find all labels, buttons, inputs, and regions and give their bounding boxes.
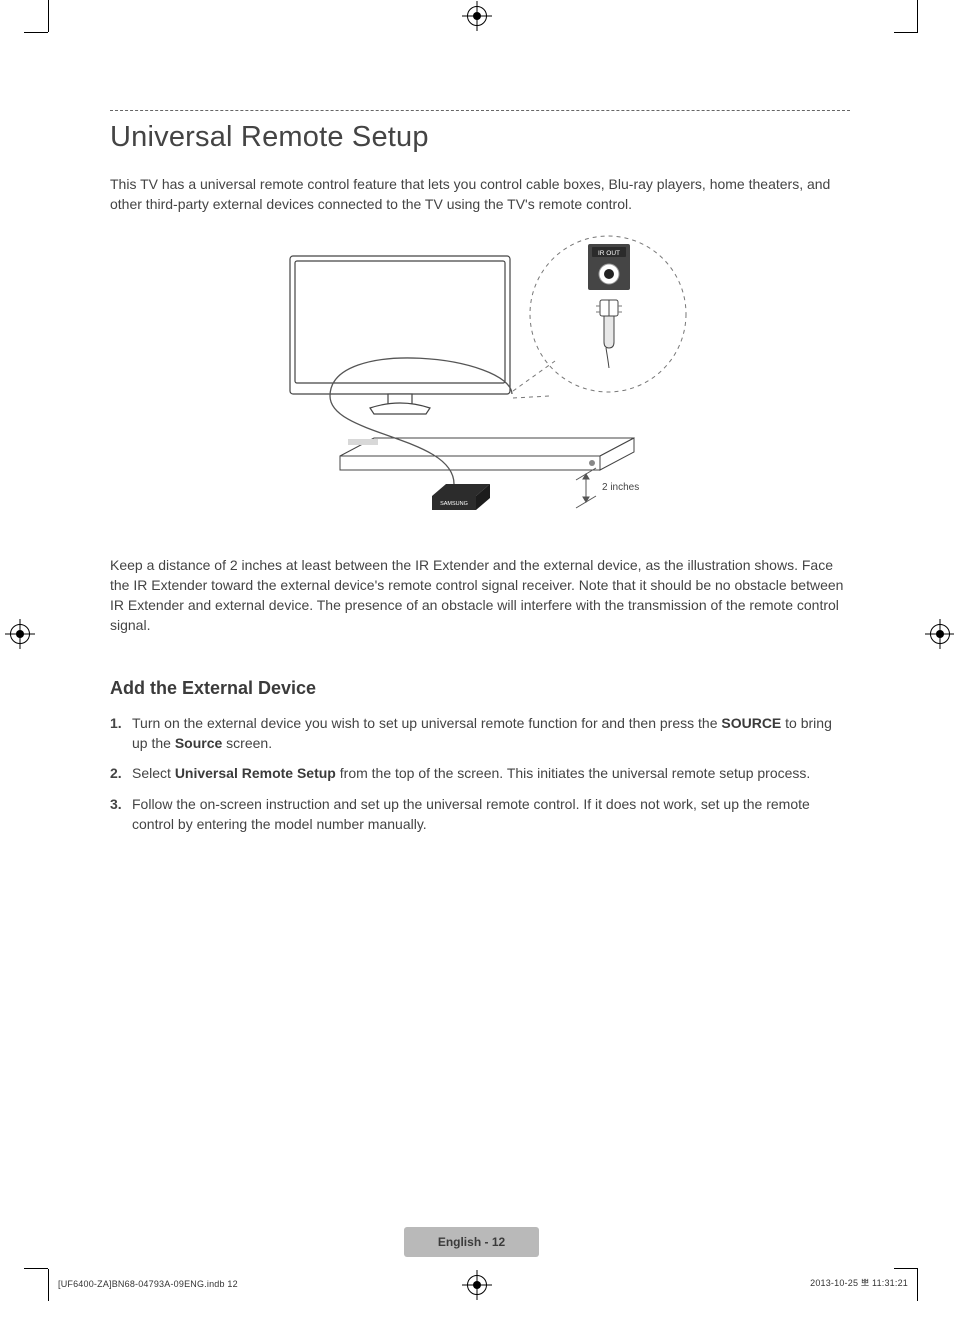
crop-mark xyxy=(48,0,49,32)
step-text: Turn on the external device you wish to … xyxy=(132,715,721,731)
step-text: from the top of the screen. This initiat… xyxy=(336,765,810,781)
crop-mark xyxy=(48,1269,49,1301)
step-text: screen. xyxy=(222,735,272,751)
step-text: Select xyxy=(132,765,175,781)
page-number-tab: English - 12 xyxy=(404,1227,539,1257)
list-item: Turn on the external device you wish to … xyxy=(110,713,850,754)
page-content: Universal Remote Setup This TV has a uni… xyxy=(110,110,850,844)
section-heading: Add the External Device xyxy=(110,678,850,699)
registration-mark-icon xyxy=(467,6,487,26)
registration-mark-icon xyxy=(930,624,950,644)
bold-text: Universal Remote Setup xyxy=(175,765,336,781)
crop-mark xyxy=(894,32,918,33)
step-text: Follow the on-screen instruction and set… xyxy=(132,796,810,832)
bold-text: Source xyxy=(175,735,222,751)
list-item: Follow the on-screen instruction and set… xyxy=(110,794,850,835)
svg-text:SAMSUNG: SAMSUNG xyxy=(440,501,468,507)
footer-filename: [UF6400-ZA]BN68-04793A-09ENG.indb 12 xyxy=(58,1279,238,1289)
crop-mark xyxy=(917,0,918,32)
list-item: Select Universal Remote Setup from the t… xyxy=(110,763,850,783)
steps-list: Turn on the external device you wish to … xyxy=(110,713,850,834)
intro-paragraph: This TV has a universal remote control f… xyxy=(110,174,850,215)
svg-text:IR OUT: IR OUT xyxy=(598,250,620,257)
crop-mark xyxy=(24,32,48,33)
setup-diagram: IR OUT xyxy=(220,231,740,541)
registration-mark-icon xyxy=(467,1275,487,1295)
bold-text: SOURCE xyxy=(721,715,781,731)
svg-text:2 inches: 2 inches xyxy=(602,482,639,493)
crop-mark xyxy=(24,1268,48,1269)
divider xyxy=(110,110,850,111)
crop-mark xyxy=(894,1268,918,1269)
page-title: Universal Remote Setup xyxy=(110,121,850,154)
crop-mark xyxy=(917,1269,918,1301)
footer-timestamp: 2013-10-25 뽀 11:31:21 xyxy=(810,1276,908,1289)
registration-mark-icon xyxy=(10,624,30,644)
caption-paragraph: Keep a distance of 2 inches at least bet… xyxy=(110,555,850,636)
